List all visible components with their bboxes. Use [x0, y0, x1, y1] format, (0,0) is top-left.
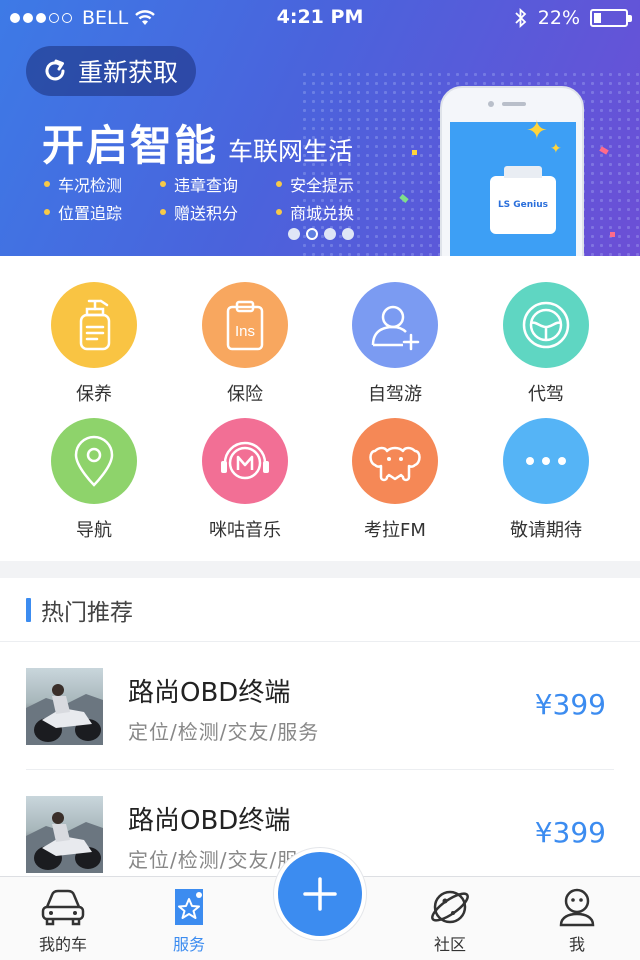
service-designated-driver[interactable]: 代驾: [471, 282, 621, 406]
service-label: 导航: [76, 520, 112, 541]
feature-item: 位置追踪: [44, 200, 160, 224]
more-dots-icon: [526, 457, 566, 465]
confetti-decoration: [412, 150, 417, 155]
planet-icon: [431, 890, 469, 924]
service-label: 保险: [227, 384, 263, 405]
promo-banner[interactable]: BELL 4:21 PM 22% 重新获取 开启智能 车联网生活 车况检测 违章…: [0, 0, 640, 256]
add-button[interactable]: [278, 852, 362, 936]
refresh-label: 重新获取: [78, 58, 179, 87]
obd-device-illustration: LS Genius: [490, 166, 556, 234]
page-dot[interactable]: [288, 228, 300, 240]
service-insurance[interactable]: Ins 保险: [170, 282, 320, 406]
product-name: 路尚OBD终端: [128, 678, 291, 708]
phone-illustration: LS Genius ✦ ✦: [440, 86, 584, 256]
service-label: 考拉FM: [364, 520, 426, 541]
plus-icon: [303, 877, 337, 911]
feature-item: 赠送积分: [160, 200, 276, 224]
tab-service[interactable]: 服务: [139, 887, 239, 955]
music-headphones-icon: [221, 441, 269, 480]
product-price: ¥399: [534, 816, 606, 849]
section-title: 热门推荐: [41, 599, 133, 626]
koala-icon: [369, 446, 421, 482]
tab-label: 服务: [172, 935, 205, 954]
sparkle-icon: ✦: [526, 116, 548, 146]
service-ticket-icon: [175, 889, 203, 925]
product-name: 路尚OBD终端: [128, 806, 291, 836]
banner-feature-list: 车况检测 违章查询 安全提示 位置追踪 赠送积分 商城兑换: [44, 172, 386, 224]
status-bar: BELL 4:21 PM 22%: [0, 0, 640, 36]
user-add-icon: [371, 305, 420, 351]
service-navigation[interactable]: 导航: [19, 418, 169, 542]
product-thumbnail: [26, 668, 103, 745]
service-label: 自驾游: [368, 384, 422, 405]
banner-page-indicator[interactable]: [288, 228, 354, 240]
page-dot[interactable]: [342, 228, 354, 240]
profile-icon: [559, 888, 595, 927]
feature-item: 车况检测: [44, 172, 160, 196]
refresh-button[interactable]: 重新获取: [26, 46, 196, 96]
svg-text:Ins: Ins: [235, 323, 255, 340]
tab-community[interactable]: 社区: [400, 887, 500, 955]
page-dot-active[interactable]: [306, 228, 318, 240]
banner-headline: 开启智能: [42, 121, 219, 170]
sparkle-icon: ✦: [550, 141, 562, 157]
product-price: ¥399: [534, 688, 606, 721]
tab-my-car[interactable]: 我的车: [13, 887, 113, 955]
section-header: 热门推荐: [0, 578, 640, 642]
lotion-bottle-icon: [79, 299, 111, 351]
service-label: 咪咕音乐: [209, 520, 281, 541]
hot-recommendations: 热门推荐 路尚OBD终端 定位/检测/交友/服务 ¥399 路尚OBD终端 定位…: [0, 578, 640, 878]
service-label: 代驾: [528, 384, 564, 405]
refresh-icon: [45, 59, 65, 81]
section-accent-bar: [26, 597, 31, 622]
service-maintenance[interactable]: 保养: [19, 282, 169, 406]
service-migu-music[interactable]: 咪咕音乐: [170, 418, 320, 542]
feature-item: 违章查询: [160, 172, 276, 196]
service-coming-soon[interactable]: 敬请期待: [471, 418, 621, 542]
tab-label: 我: [568, 935, 585, 954]
product-description: 定位/检测/交友/服务: [128, 720, 320, 744]
banner-subheadline: 车联网生活: [228, 137, 354, 166]
banner-title: 开启智能 车联网生活: [42, 112, 353, 173]
service-label: 保养: [76, 384, 112, 405]
service-grid: 保养 Ins 保险 自驾游 代驾 导航 咪咕音乐 考拉FM 敬请期待: [0, 256, 640, 561]
tab-label: 我的车: [38, 935, 87, 954]
product-item[interactable]: 路尚OBD终端 定位/检测/交友/服务 ¥399: [0, 642, 640, 770]
service-label: 敬请期待: [510, 520, 582, 541]
page-dot[interactable]: [324, 228, 336, 240]
feature-item: 商城兑换: [276, 200, 386, 224]
battery-percent: 22%: [537, 7, 580, 29]
tab-label: 社区: [433, 935, 466, 954]
car-icon: [41, 889, 85, 926]
device-label: LS Genius: [497, 200, 549, 210]
battery-icon: [590, 9, 632, 27]
tab-me[interactable]: 我: [527, 887, 627, 955]
bluetooth-icon: [515, 8, 527, 28]
insurance-clipboard-icon: Ins: [226, 300, 264, 351]
steering-wheel-icon: [522, 301, 570, 349]
service-road-trip[interactable]: 自驾游: [320, 282, 470, 406]
feature-item: 安全提示: [276, 172, 386, 196]
product-thumbnail: [26, 796, 103, 873]
location-pin-icon: [74, 435, 114, 487]
confetti-decoration: [610, 232, 615, 237]
service-koala-fm[interactable]: 考拉FM: [320, 418, 470, 542]
